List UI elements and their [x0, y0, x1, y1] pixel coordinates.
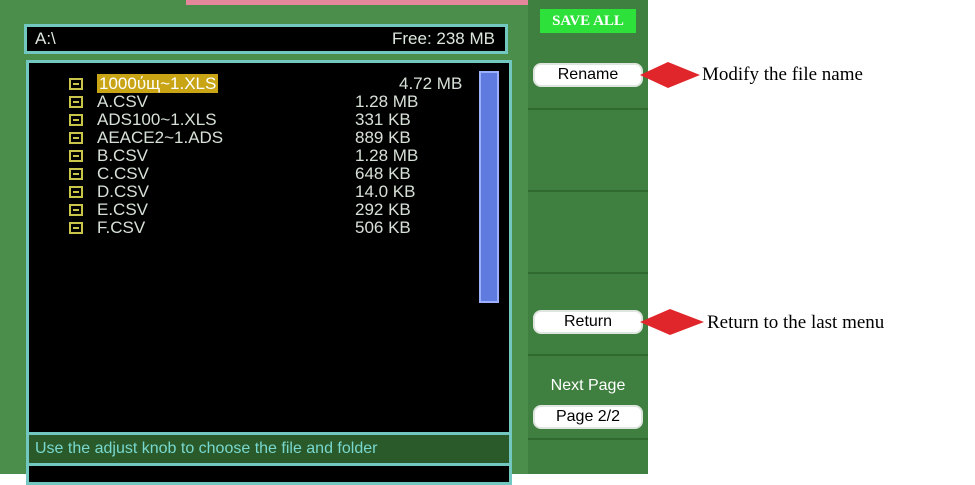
- file-size: 14.0 KB: [355, 182, 416, 201]
- file-row[interactable]: A.CSV 1.28 MB: [69, 92, 419, 111]
- rename-annotation: Modify the file name: [702, 64, 863, 85]
- file-row[interactable]: F.CSV 506 KB: [69, 218, 418, 237]
- file-name: D.CSV: [97, 182, 149, 201]
- file-icon: [69, 186, 83, 198]
- file-name: 1000ύщ~1.XLS: [97, 74, 219, 93]
- menu-divider: [528, 272, 648, 274]
- file-name: F.CSV: [97, 218, 146, 237]
- file-size: 331 KB: [355, 110, 411, 129]
- return-annotation: Return to the last menu: [707, 312, 885, 333]
- file-icon: [69, 222, 83, 234]
- menu-divider: [528, 438, 648, 440]
- file-name: ADS100~1.XLS: [97, 110, 217, 129]
- hint-bar: Use the adjust knob to choose the file a…: [26, 432, 512, 466]
- next-page-label: Next Page: [550, 377, 626, 394]
- menu-divider: [528, 354, 648, 356]
- file-icon: [69, 96, 83, 108]
- file-row[interactable]: C.CSV 648 KB: [69, 164, 418, 183]
- file-icon: [69, 132, 83, 144]
- file-size: 889 KB: [355, 128, 411, 147]
- menu-title: SAVE ALL: [540, 9, 636, 33]
- return-button[interactable]: Return: [533, 310, 643, 334]
- path-bar: A:\ Free: 238 MB: [24, 24, 508, 54]
- file-row[interactable]: B.CSV 1.28 MB: [69, 146, 419, 165]
- file-size: 1.28 MB: [355, 146, 419, 165]
- file-name: B.CSV: [97, 146, 149, 165]
- top-strip: [186, 0, 531, 5]
- page-button[interactable]: Page 2/2: [533, 405, 643, 429]
- file-list: 1000ύщ~1.XLS 4.72 MB A.CSV 1.28 MB ADS10…: [26, 60, 512, 485]
- file-rows: 1000ύщ~1.XLS 4.72 MB A.CSV 1.28 MB ADS10…: [69, 74, 462, 237]
- file-size: 1.28 MB: [355, 92, 419, 111]
- rename-pointer-arrow: [640, 62, 700, 88]
- file-row[interactable]: ADS100~1.XLS 331 KB: [69, 110, 418, 129]
- menu-divider: [528, 108, 648, 110]
- rename-button[interactable]: Rename: [533, 63, 643, 87]
- file-icon: [69, 204, 83, 216]
- current-path: A:\: [35, 29, 56, 48]
- return-pointer-arrow: [640, 309, 704, 335]
- file-name: AEACE2~1.ADS: [97, 128, 224, 147]
- file-icon: [69, 150, 83, 162]
- scrollbar[interactable]: [479, 71, 499, 303]
- file-icon: [69, 114, 83, 126]
- file-name: C.CSV: [97, 164, 149, 183]
- file-name: E.CSV: [97, 200, 149, 219]
- menu-divider: [528, 190, 648, 192]
- file-row[interactable]: AEACE2~1.ADS 889 KB: [69, 128, 418, 147]
- file-row[interactable]: D.CSV 14.0 KB: [69, 182, 418, 201]
- file-icon: [69, 78, 83, 90]
- file-row[interactable]: E.CSV 292 KB: [69, 200, 418, 219]
- file-size: 4.72 MB: [399, 74, 463, 93]
- free-space: Free: 238 MB: [392, 29, 495, 48]
- file-size: 292 KB: [355, 200, 411, 219]
- file-size: 648 KB: [355, 164, 411, 183]
- file-size: 506 KB: [355, 218, 411, 237]
- file-name: A.CSV: [97, 92, 149, 111]
- file-icon: [69, 168, 83, 180]
- file-row[interactable]: 1000ύщ~1.XLS 4.72 MB: [69, 74, 462, 93]
